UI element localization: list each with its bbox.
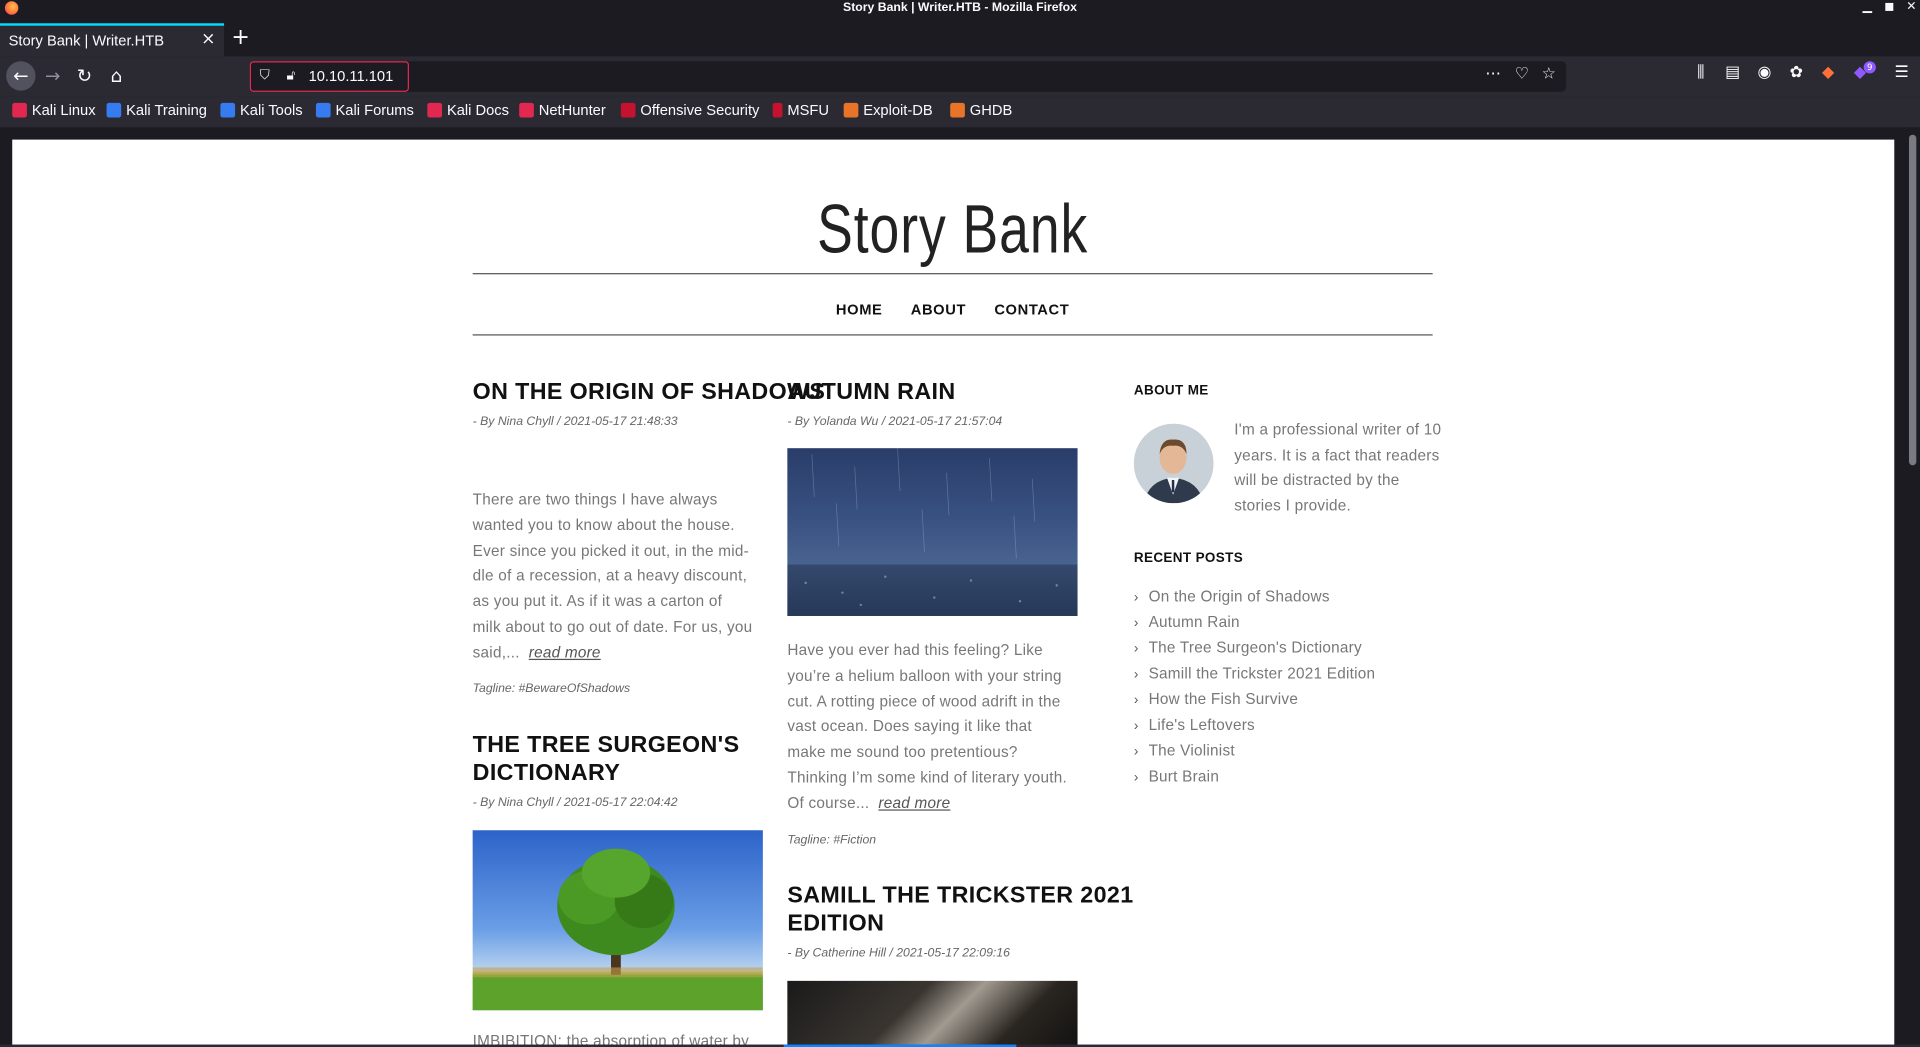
post-meta: - By Yolanda Wu / 2021-05-17 21:57:04 [787,415,1003,429]
read-more-link[interactable]: read more [878,794,950,811]
read-more-link[interactable]: read more [529,644,601,661]
forward-arrow-icon[interactable]: → [39,64,66,88]
bookmark-star-icon[interactable]: ☆ [1542,65,1556,83]
offsec-icon [620,102,636,118]
post-title[interactable]: ON THE ORIGIN OF SHADOWS [473,378,826,406]
bookmark-nethunter[interactable]: NetHunter [519,102,606,119]
kali-icon [315,102,331,118]
chevron-right-icon: › [1133,615,1139,631]
post-title[interactable]: SAMILL THE TRICKSTER 2021 EDITION [787,882,1133,938]
chevron-right-icon: › [1133,667,1139,683]
bookmark-ghdb[interactable]: GHDB [950,102,1012,119]
url-text[interactable]: 10.10.11.101 [309,67,394,84]
bookmark-offensive-security[interactable]: Offensive Security [620,102,759,119]
web-page-viewport: Story Bank HOME ABOUT CONTACT ON THE ORI… [12,139,1895,1047]
exploit-db-icon [843,102,859,118]
exploit-db-icon [950,102,965,118]
chevron-right-icon: › [1133,770,1139,785]
new-tab-icon[interactable]: + [231,24,249,50]
recent-post-item[interactable]: › Autumn Rain [1134,610,1375,636]
bookmark-kali-training[interactable]: Kali Training [106,102,207,119]
page-scrollbar[interactable] [1905,127,1920,1047]
recent-post-item[interactable]: › Samill the Trickster 2021 Edition [1134,661,1375,687]
recent-posts-heading: RECENT POSTS [1133,551,1244,566]
library-icon[interactable]: ⫼ [1690,64,1712,82]
bookmark-kali-forums[interactable]: Kali Forums [315,102,414,119]
bookmark-kali-linux[interactable]: Kali Linux [12,102,96,119]
chevron-right-icon: › [1133,718,1139,734]
trickster-image[interactable] [787,980,1078,1047]
nav-contact[interactable]: CONTACT [994,301,1069,318]
kali-icon [519,102,534,118]
foxyproxy-icon[interactable]: ◆ [1817,64,1839,82]
sidebar-icon[interactable]: ▤ [1722,64,1744,82]
account-icon[interactable]: ◉ [1753,64,1775,82]
tab-title: Story Bank | Writer.HTB [8,31,165,49]
site-title[interactable]: Story Bank [578,189,1327,269]
chevron-right-icon: › [1133,693,1139,708]
page-actions-icon[interactable]: ⋯ [1485,65,1501,83]
post-excerpt: There are two things I have always wante… [472,491,753,661]
pocket-icon[interactable]: ♡ [1515,65,1529,83]
maximize-icon[interactable]: ◼ [1881,0,1898,13]
chevron-right-icon: › [1133,641,1139,657]
window-title: Story Bank | Writer.HTB - Mozilla Firefo… [843,1,1077,15]
rain-image[interactable] [787,448,1078,616]
post-meta: - By Catherine Hill / 2021-05-17 22:09:1… [787,946,1010,961]
tracking-shield-icon[interactable]: ⛉ [260,67,270,84]
post-tagline: Tagline: #BewareOfShadows [472,682,631,696]
recent-post-item[interactable]: › On the Origin of Shadows [1134,584,1375,610]
about-me-heading: ABOUT ME [1133,383,1209,398]
kali-icon [12,102,27,118]
recent-post-item[interactable]: › The Tree Surgeon's Dictionary [1134,636,1375,662]
close-tab-icon[interactable]: × [201,29,215,49]
post-meta: - By Nina Chyll / 2021-05-17 21:48:33 [472,415,678,429]
close-window-icon[interactable]: ✕ [1903,0,1920,13]
post-title[interactable]: THE TREE SURGEON'S DICTIONARY [473,731,740,787]
bookmark-kali-tools[interactable]: Kali Tools [220,102,303,119]
bookmarks-toolbar: Kali Linux Kali Training Kali Tools Kali… [0,96,1920,128]
post-meta: - By Nina Chyll / 2021-05-17 22:04:42 [472,795,678,810]
recent-posts-list: › On the Origin of Shadows › Autumn Rain ›… [1134,584,1375,790]
post-title[interactable]: AUTUMN RAIN [787,378,955,406]
home-icon[interactable]: ⌂ [103,64,130,88]
docs-icon [427,102,443,118]
offsec-icon [772,102,783,118]
back-arrow-icon[interactable]: ← [6,61,36,91]
kali-icon [106,102,122,118]
browser-tab[interactable]: Story Bank | Writer.HTB × [0,23,225,57]
extension-icon[interactable]: ✿ [1785,64,1807,82]
post-tagline: Tagline: #Fiction [787,833,877,848]
about-me-text: I'm a professional writer of 10 years. I… [1234,421,1442,515]
nav-about[interactable]: ABOUT [911,301,966,318]
tab-bar: Story Bank | Writer.HTB × + [0,17,1920,57]
minimize-icon[interactable]: ▁ [1859,0,1876,13]
navigation-toolbar: ← → ↻ ⌂ ⛉ 🔓︎ 10.10.11.101 ⋯ ♡ ☆ ⫼ ▤ ◉ ✿ … [0,56,1920,97]
main-navigation: HOME ABOUT CONTACT [473,296,1433,319]
recent-post-item[interactable]: › How the Fish Survive [1134,687,1375,713]
tree-image[interactable] [472,830,763,1011]
window-title-bar: Story Bank | Writer.HTB - Mozilla Firefo… [0,0,1920,18]
author-avatar [1133,423,1214,504]
bookmark-kali-docs[interactable]: Kali Docs [427,102,509,119]
nav-divider [472,334,1433,336]
url-bar[interactable]: ⛉ 🔓︎ 10.10.11.101 ⋯ ♡ ☆ [249,61,1567,92]
recent-post-item[interactable]: › Burt Brain [1134,764,1375,790]
post-excerpt: Have you ever had this feeling? Like you… [787,641,1068,812]
nav-home[interactable]: HOME [836,301,883,318]
chevron-right-icon: › [1133,744,1139,760]
bookmark-exploit-db[interactable]: Exploit-DB [843,102,933,119]
scrollbar-thumb[interactable] [1908,134,1917,466]
chevron-right-icon: › [1133,590,1139,605]
reload-icon[interactable]: ↻ [71,64,98,88]
extension-badge-count: 9 [1863,61,1876,74]
recent-post-item[interactable]: › The Violinist [1134,738,1375,764]
insecure-lock-icon[interactable]: 🔓︎ [287,67,296,84]
menu-hamburger-icon[interactable]: ☰ [1891,64,1913,82]
kali-icon [220,102,236,118]
header-divider [472,273,1433,275]
recent-post-item[interactable]: › Life's Leftovers [1134,713,1375,739]
bookmark-msfu[interactable]: MSFU [772,102,829,119]
